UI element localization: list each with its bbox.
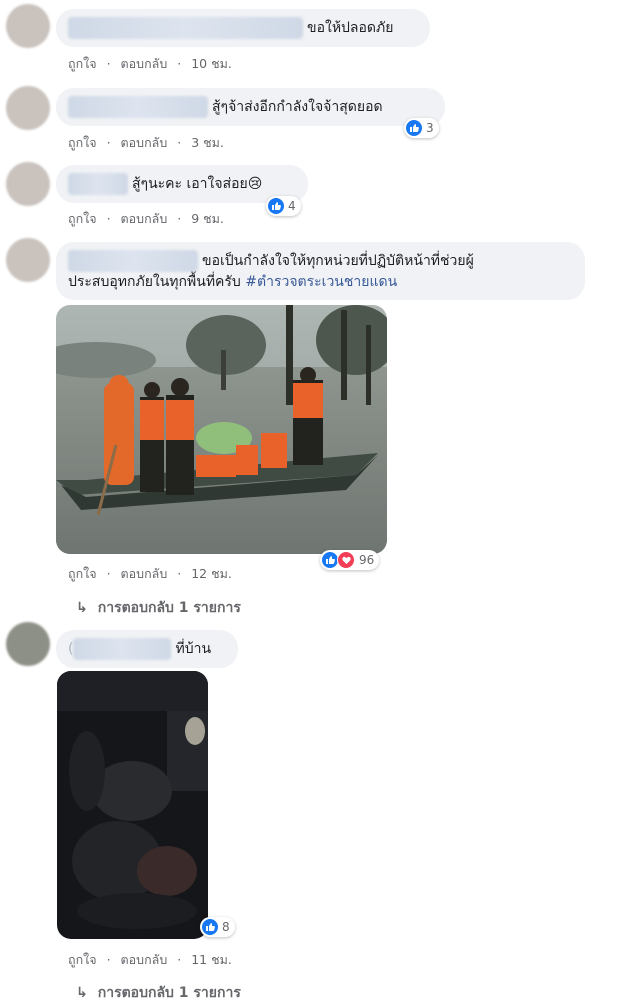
- separator: ·: [177, 211, 182, 226]
- separator: ·: [177, 566, 182, 581]
- timestamp[interactable]: 9 ชม.: [191, 211, 224, 226]
- timestamp[interactable]: 10 ชม.: [191, 56, 232, 71]
- comment-text-line2: ประสบอุทกภัยในทุกพื้นที่ครับ: [68, 274, 246, 290]
- view-replies-link[interactable]: ↳ การตอบกลับ 1 รายการ: [76, 597, 241, 619]
- comment-bubble: สู้ๆจ้าส่งอีกกำลังใจจ้าสุดยอด: [56, 88, 445, 126]
- avatar[interactable]: [6, 622, 50, 666]
- thumbs-up-icon: [202, 919, 218, 935]
- comment-actions: ถูกใจ · ตอบกลับ · 9 ชม.: [68, 209, 230, 229]
- thumbs-up-icon: [406, 120, 422, 136]
- reaction-count: 3: [426, 121, 434, 135]
- reaction-count: 4: [288, 199, 296, 213]
- comment-bubble: ขอให้ปลอดภัย: [56, 9, 430, 47]
- reaction-summary[interactable]: 4: [266, 196, 301, 216]
- separator: ·: [177, 135, 182, 150]
- separator: ·: [177, 952, 182, 967]
- reply-link[interactable]: ตอบกลับ: [121, 56, 168, 71]
- view-replies-link[interactable]: ↳ การตอบกลับ 1 รายการ: [76, 982, 241, 1004]
- separator: ·: [106, 566, 111, 581]
- separator: ·: [106, 56, 111, 71]
- night-flood-image: [57, 671, 208, 939]
- separator: ·: [106, 211, 111, 226]
- avatar[interactable]: [6, 238, 50, 282]
- reaction-count: 96: [359, 553, 375, 567]
- avatar[interactable]: [6, 162, 50, 206]
- comment-actions: ถูกใจ · ตอบกลับ · 11 ชม.: [68, 950, 238, 970]
- comment-photo-night-scene[interactable]: [57, 671, 208, 939]
- comment-text: ขอให้ปลอดภัย: [307, 20, 394, 36]
- timestamp[interactable]: 12 ชม.: [191, 566, 232, 581]
- like-link[interactable]: ถูกใจ: [68, 952, 97, 967]
- commenter-name[interactable]: [73, 638, 172, 660]
- flood-rescue-image: [56, 305, 387, 554]
- reply-link[interactable]: ตอบกลับ: [121, 211, 168, 226]
- thumbs-up-icon: [322, 552, 338, 568]
- commenter-name[interactable]: [68, 173, 128, 195]
- commenter-name[interactable]: [68, 17, 303, 39]
- reply-link[interactable]: ตอบกลับ: [121, 135, 168, 150]
- heart-icon: [337, 551, 355, 569]
- reply-link[interactable]: ตอบกลับ: [121, 566, 168, 581]
- comment-text: สู้ๆจ้าส่งอีกกำลังใจจ้าสุดยอด: [212, 99, 383, 115]
- comment-text-line1: ขอเป็นกำลังใจให้ทุกหน่วยที่ปฏิบัติหน้าที…: [202, 253, 474, 269]
- comment-text: สู้ๆนะคะ เอาใจส่อย😢: [132, 176, 263, 192]
- reaction-summary[interactable]: 3: [404, 118, 439, 138]
- like-link[interactable]: ถูกใจ: [68, 56, 97, 71]
- separator: ·: [177, 56, 182, 71]
- commenter-name[interactable]: [68, 96, 208, 118]
- comment-photo-boat-rescue[interactable]: [56, 305, 387, 554]
- timestamp[interactable]: 11 ชม.: [191, 952, 232, 967]
- separator: ·: [106, 952, 111, 967]
- separator: ·: [106, 135, 111, 150]
- commenter-name[interactable]: [68, 250, 198, 272]
- reply-link[interactable]: ตอบกลับ: [121, 952, 168, 967]
- like-link[interactable]: ถูกใจ: [68, 135, 97, 150]
- avatar[interactable]: [6, 4, 50, 48]
- comment-actions: ถูกใจ · ตอบกลับ · 10 ชม.: [68, 54, 238, 74]
- like-link[interactable]: ถูกใจ: [68, 566, 97, 581]
- comment-text: ที่บ้าน: [175, 641, 212, 657]
- replies-count-label: การตอบกลับ 1 รายการ: [97, 985, 241, 1001]
- like-link[interactable]: ถูกใจ: [68, 211, 97, 226]
- reaction-summary[interactable]: 8: [200, 917, 235, 937]
- thumbs-up-icon: [268, 198, 284, 214]
- replies-count-label: การตอบกลับ 1 รายการ: [97, 600, 241, 616]
- comment-actions: ถูกใจ · ตอบกลับ · 12 ชม.: [68, 564, 238, 584]
- reaction-count: 8: [222, 920, 230, 934]
- reaction-summary[interactable]: 96: [320, 550, 380, 570]
- avatar[interactable]: [6, 86, 50, 130]
- comment-bubble: (ที่บ้าน: [56, 630, 238, 668]
- comment-actions: ถูกใจ · ตอบกลับ · 3 ชม.: [68, 133, 230, 153]
- timestamp[interactable]: 3 ชม.: [191, 135, 224, 150]
- hashtag-link[interactable]: #ตำรวจตระเวนชายแดน: [245, 274, 397, 290]
- reply-arrow-icon: ↳: [76, 985, 88, 1001]
- comment-bubble: ขอเป็นกำลังใจให้ทุกหน่วยที่ปฏิบัติหน้าที…: [56, 242, 585, 300]
- reply-arrow-icon: ↳: [76, 600, 88, 616]
